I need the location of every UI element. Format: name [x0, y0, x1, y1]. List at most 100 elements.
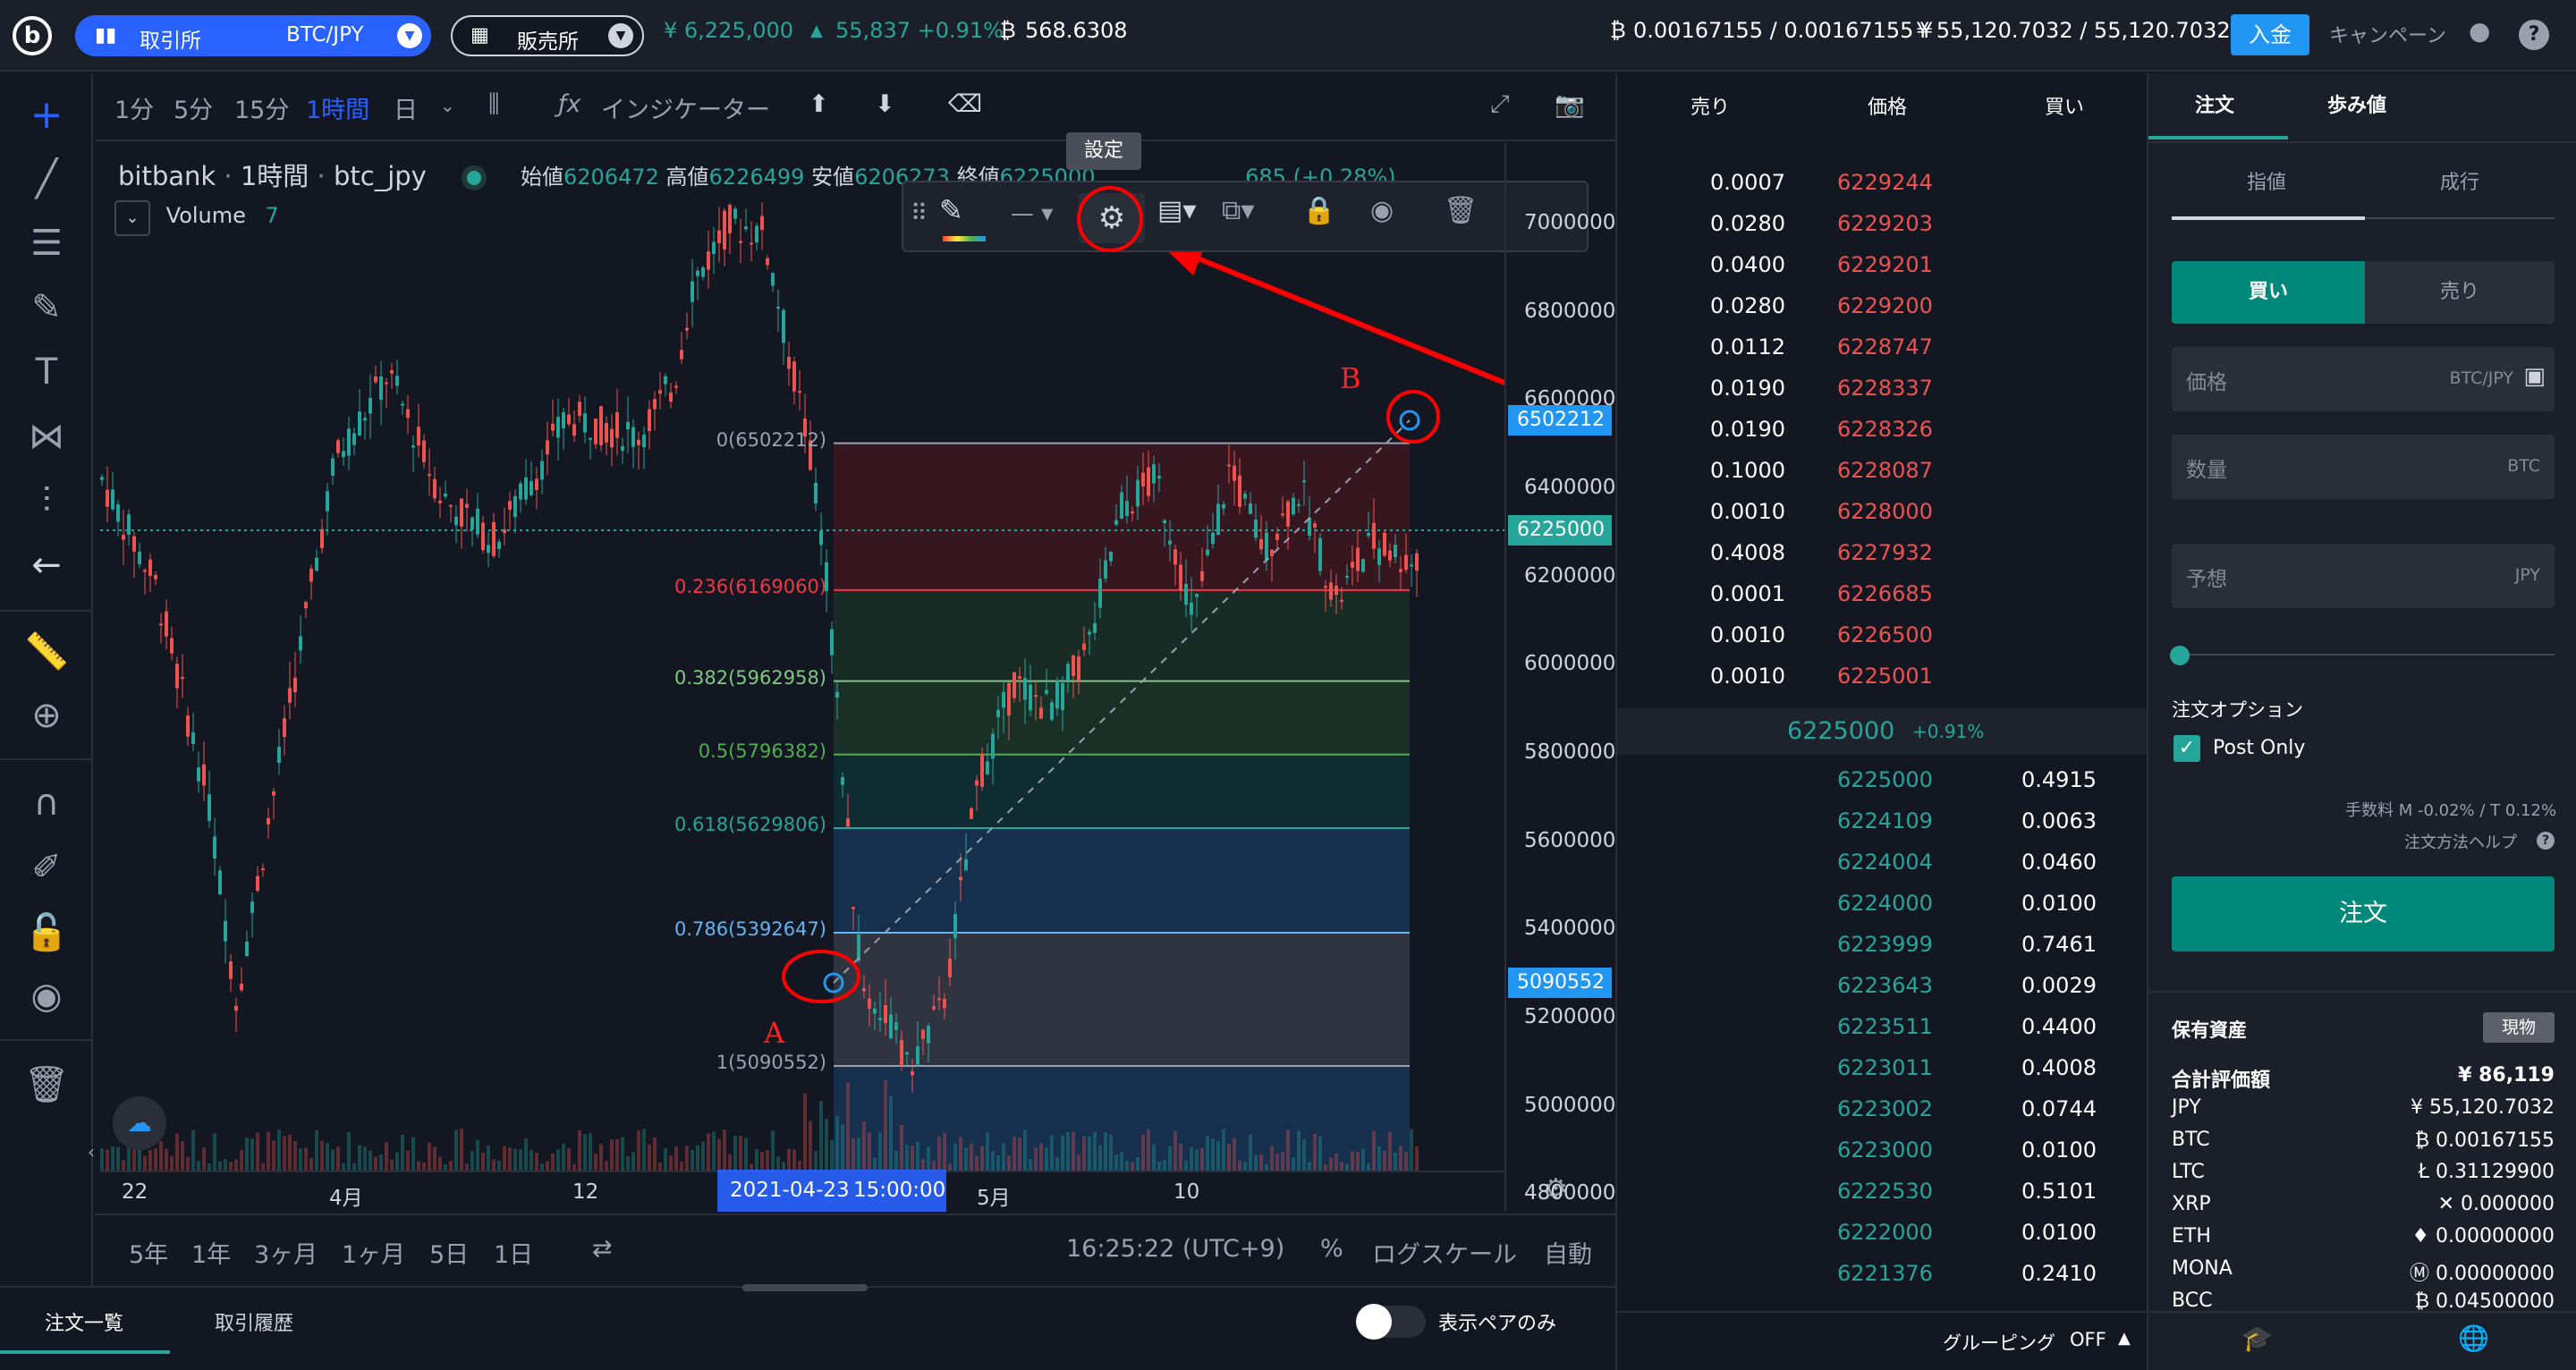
lock-icon[interactable]: 🔒: [1302, 195, 1335, 226]
post-only-checkbox[interactable]: ✓: [2174, 735, 2200, 762]
fib-tool-icon[interactable]: ☰: [20, 216, 73, 270]
ask-price[interactable]: 6226685: [1837, 581, 1933, 606]
broker-selector[interactable]: ▦ 販売所 ▼: [451, 15, 644, 56]
clone-icon[interactable]: ⧉▾: [1222, 195, 1254, 226]
upload-icon[interactable]: ⬆: [809, 90, 829, 118]
ask-price[interactable]: 6229244: [1837, 170, 1933, 195]
quantity-input[interactable]: 数量 BTC: [2172, 435, 2555, 499]
type-market[interactable]: 成行: [2440, 166, 2479, 195]
candle-type-icon[interactable]: ⫼: [488, 90, 499, 119]
tab-orders[interactable]: 注文一覧: [45, 1307, 123, 1336]
ask-price[interactable]: 6228747: [1837, 334, 1933, 359]
help-icon[interactable]: ?: [2537, 832, 2555, 850]
tradingview-logo[interactable]: ☁: [113, 1096, 166, 1150]
timeframe-5m[interactable]: 5分: [174, 90, 213, 125]
unlock-icon[interactable]: 🔓: [20, 905, 73, 959]
pair-only-toggle[interactable]: [1356, 1304, 1426, 1340]
slider-handle[interactable]: [2170, 646, 2190, 665]
sell-side-button[interactable]: 売り: [2365, 261, 2555, 324]
price-input[interactable]: 価格 BTC/JPY ▣: [2172, 347, 2555, 411]
bitbank-logo[interactable]: b: [13, 16, 52, 55]
camera-icon[interactable]: 📷: [1555, 90, 1585, 119]
submit-order-button[interactable]: 注文: [2172, 876, 2555, 951]
tab-order[interactable]: 注文: [2195, 89, 2234, 118]
globe-icon[interactable]: 🌐: [2458, 1323, 2489, 1353]
help-icon[interactable]: ?: [2519, 20, 2549, 50]
eye-icon[interactable]: ◉: [1370, 195, 1394, 226]
range-5y[interactable]: 5年: [129, 1235, 168, 1270]
caret-up-icon[interactable]: ▲: [2118, 1329, 2131, 1348]
trash-icon[interactable]: 🗑: [1444, 195, 1478, 226]
scroll-left-icon[interactable]: ‹: [88, 1141, 95, 1163]
timeframe-1m[interactable]: 1分: [114, 90, 154, 125]
campaign-link[interactable]: キャンペーン: [2329, 20, 2446, 48]
magnet-icon[interactable]: ∩: [20, 776, 73, 830]
eraser-icon[interactable]: ⌫: [948, 90, 982, 118]
ask-price[interactable]: 6229200: [1837, 293, 1933, 318]
chart-pane[interactable]: 0(6502212) 0.236(6169060) 0.382(5962958) 0.…: [88, 132, 1589, 1212]
bid-price[interactable]: 6223000: [1837, 1137, 1933, 1163]
user-icon[interactable]: ●: [2469, 16, 2490, 46]
text-icon[interactable]: T: [20, 345, 73, 399]
calculator-icon[interactable]: ▣: [2523, 363, 2546, 390]
date-range-icon[interactable]: ⇄: [592, 1235, 613, 1263]
ask-price[interactable]: 6228337: [1837, 376, 1933, 401]
ask-price[interactable]: 6229201: [1837, 252, 1933, 277]
fullscreen-icon[interactable]: ⤢: [1490, 90, 1510, 119]
tab-trades[interactable]: 歩み値: [2327, 89, 2386, 118]
zoom-in-icon[interactable]: ⊕: [20, 689, 73, 742]
ask-price[interactable]: 6228326: [1837, 417, 1933, 442]
bid-price[interactable]: 6224000: [1837, 891, 1933, 916]
lock-drawing-icon[interactable]: ✐: [20, 841, 73, 894]
assets-badge[interactable]: 現物: [2483, 1012, 2555, 1043]
ask-price[interactable]: 6227932: [1837, 540, 1933, 565]
academy-icon[interactable]: 🎓: [2241, 1323, 2273, 1353]
ask-price[interactable]: 6225001: [1837, 664, 1933, 689]
buy-side-button[interactable]: 買い: [2172, 261, 2365, 324]
drag-handle-icon[interactable]: ⠿: [911, 200, 928, 227]
percent-toggle[interactable]: %: [1320, 1235, 1343, 1263]
layers-icon[interactable]: ▤▾: [1157, 195, 1196, 226]
bid-price[interactable]: 6223643: [1837, 973, 1933, 998]
order-help-link[interactable]: 注文方法ヘルプ: [2404, 830, 2517, 853]
ask-price[interactable]: 6226500: [1837, 622, 1933, 647]
range-5d[interactable]: 5日: [429, 1235, 469, 1270]
chevron-down-icon[interactable]: ⌄: [440, 95, 455, 116]
range-1y[interactable]: 1年: [191, 1235, 231, 1270]
bid-price[interactable]: 6223999: [1837, 932, 1933, 957]
timeframe-15m[interactable]: 15分: [234, 90, 289, 125]
ruler-icon[interactable]: 📏: [20, 624, 73, 678]
bid-price[interactable]: 6221376: [1837, 1261, 1933, 1286]
range-1m[interactable]: 1ヶ月: [342, 1235, 405, 1270]
bid-price[interactable]: 6224004: [1837, 850, 1933, 875]
pattern-icon[interactable]: ⋈: [20, 410, 73, 463]
prediction-icon[interactable]: ⫶: [20, 474, 73, 528]
trash-icon[interactable]: 🗑: [20, 1057, 73, 1111]
deposit-button[interactable]: 入金: [2231, 14, 2309, 55]
collapse-icon[interactable]: ⌄: [114, 200, 150, 236]
amount-slider[interactable]: [2170, 646, 2555, 665]
tab-history[interactable]: 取引履歴: [215, 1307, 293, 1336]
ask-price[interactable]: 6228000: [1837, 499, 1933, 524]
price-axis[interactable]: 7000000 6800000 6600000 6400000 6200000 60000…: [1504, 143, 1615, 1212]
log-scale-toggle[interactable]: ログスケール: [1372, 1235, 1517, 1270]
pencil-color-icon[interactable]: ✎: [939, 193, 963, 227]
indicators-button[interactable]: インジケーター: [601, 90, 770, 125]
bid-price[interactable]: 6225000: [1837, 767, 1933, 792]
bid-price[interactable]: 6223511: [1837, 1014, 1933, 1039]
trend-line-icon[interactable]: ╱: [20, 152, 73, 206]
bid-price[interactable]: 6223011: [1837, 1055, 1933, 1080]
brush-icon[interactable]: ✎: [20, 281, 73, 334]
timeframe-1d[interactable]: 日: [394, 90, 418, 125]
bid-price[interactable]: 6222000: [1837, 1220, 1933, 1245]
crosshair-icon[interactable]: +: [20, 88, 73, 141]
timeframe-1h[interactable]: 1時間: [306, 90, 369, 125]
line-style-icon[interactable]: — ▾: [1011, 200, 1053, 227]
bid-price[interactable]: 6222530: [1837, 1179, 1933, 1204]
ask-price[interactable]: 6229203: [1837, 211, 1933, 236]
eye-icon[interactable]: ◉: [20, 969, 73, 1023]
bid-price[interactable]: 6223002: [1837, 1096, 1933, 1121]
type-limit[interactable]: 指値: [2247, 166, 2286, 195]
ask-price[interactable]: 6228087: [1837, 458, 1933, 483]
range-1d[interactable]: 1日: [494, 1235, 533, 1270]
